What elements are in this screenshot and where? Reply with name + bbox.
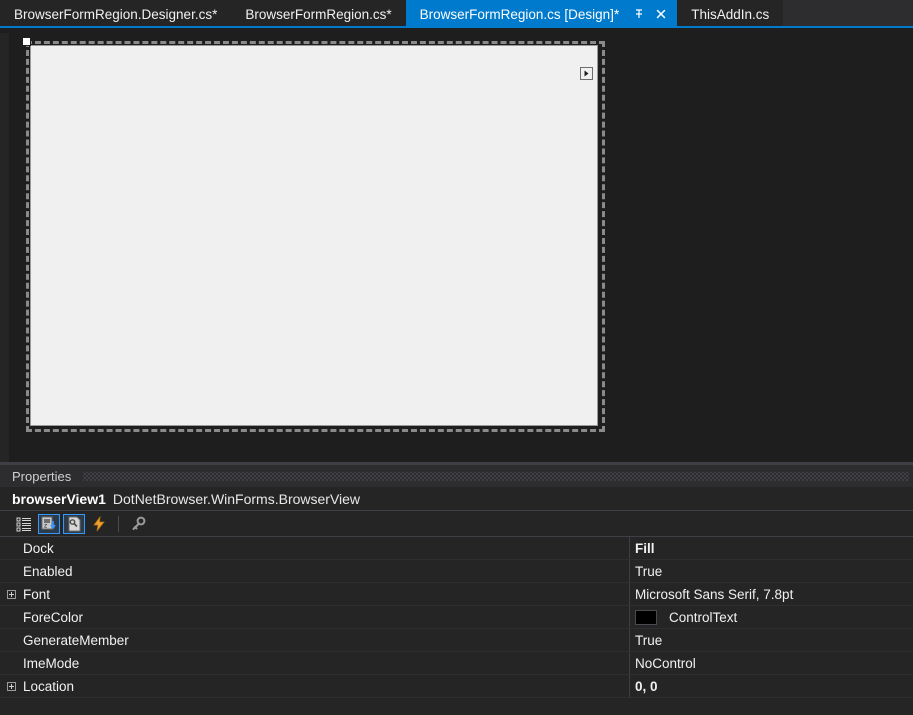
property-value-text: ControlText	[669, 609, 738, 625]
property-name: Enabled	[23, 563, 73, 579]
property-value[interactable]: Fill	[635, 541, 655, 556]
property-row[interactable]: Location 0, 0	[0, 675, 913, 698]
toolbar-separator	[118, 515, 119, 532]
property-value-text: NoControl	[635, 655, 696, 671]
editor-tab-label: BrowserFormRegion.cs [Design]*	[419, 6, 620, 22]
properties-toolbar: z	[0, 511, 913, 537]
property-value[interactable]: ControlText	[635, 609, 738, 625]
property-name: GenerateMember	[23, 632, 129, 648]
property-value[interactable]: True	[635, 564, 662, 579]
property-value[interactable]: NoControl	[635, 656, 696, 671]
selected-object-name: browserView1	[12, 490, 106, 507]
property-row[interactable]: ForeColor ControlText	[0, 606, 913, 629]
plus-box-icon	[7, 681, 16, 691]
categorized-button[interactable]	[13, 514, 35, 534]
property-name: Location	[23, 678, 75, 694]
smart-tag-arrow-icon[interactable]	[580, 67, 593, 80]
property-name: Font	[23, 586, 51, 602]
property-row[interactable]: Enabled True	[0, 560, 913, 583]
editor-tab-1[interactable]: BrowserFormRegion.cs*	[231, 0, 406, 28]
property-name: Dock	[23, 540, 54, 556]
property-value-text: True	[635, 632, 663, 648]
pin-icon[interactable]	[629, 4, 649, 24]
editor-tab-label: BrowserFormRegion.cs*	[245, 6, 392, 22]
tab-action-icons	[629, 4, 671, 24]
plus-box-icon	[7, 589, 16, 599]
close-icon[interactable]	[651, 4, 671, 24]
editor-tab-strip: BrowserFormRegion.Designer.cs* BrowserFor…	[0, 0, 913, 28]
alphabetical-button[interactable]: z	[38, 513, 60, 534]
properties-panel-title: Properties	[12, 468, 72, 484]
editor-tab-2[interactable]: BrowserFormRegion.cs [Design]*	[405, 0, 678, 28]
designer-left-gutter	[0, 33, 9, 462]
form-resize-handle-top-left[interactable]	[22, 37, 31, 46]
property-row[interactable]: Font Microsoft Sans Serif, 7.8pt	[0, 583, 913, 606]
editor-tab-3[interactable]: ThisAddIn.cs	[677, 0, 784, 28]
properties-panel-header[interactable]: Properties	[0, 465, 913, 487]
property-row[interactable]: GenerateMember True	[0, 629, 913, 652]
properties-button[interactable]	[63, 513, 85, 534]
expand-icon[interactable]	[0, 589, 23, 599]
color-swatch	[635, 609, 657, 625]
form-client-area[interactable]	[30, 45, 598, 426]
property-pages-button[interactable]	[127, 514, 149, 534]
property-row[interactable]: ImeMode NoControl	[0, 652, 913, 675]
property-grid[interactable]: Dock Fill Enabled True Font Microsoft Sans Se…	[0, 537, 913, 698]
property-value[interactable]: True	[635, 633, 662, 648]
property-name: ForeColor	[23, 609, 84, 625]
editor-tab-label: BrowserFormRegion.Designer.cs*	[14, 6, 218, 22]
selected-object-line[interactable]: browserView1 DotNetBrowser.WinForms.Brow…	[0, 487, 913, 511]
editor-tab-label: ThisAddIn.cs	[691, 6, 770, 22]
expand-icon[interactable]	[0, 681, 23, 691]
property-value-text: Microsoft Sans Serif, 7.8pt	[635, 586, 794, 602]
svg-text:z: z	[44, 522, 47, 529]
property-value-text: Fill	[635, 540, 655, 556]
property-name: ImeMode	[23, 655, 80, 671]
form-designer-surface[interactable]	[0, 33, 913, 462]
events-button[interactable]	[88, 514, 110, 534]
property-value-text: 0, 0	[635, 678, 658, 694]
property-value[interactable]: 0, 0	[635, 679, 658, 694]
property-value[interactable]: Microsoft Sans Serif, 7.8pt	[635, 587, 793, 602]
panel-drag-grip[interactable]	[83, 471, 909, 481]
property-row[interactable]: Dock Fill	[0, 537, 913, 560]
properties-panel: Properties browserView1 DotNetBrowser.Wi…	[0, 465, 913, 715]
editor-tab-0[interactable]: BrowserFormRegion.Designer.cs*	[0, 0, 232, 28]
selected-object-type: DotNetBrowser.WinForms.BrowserView	[112, 490, 361, 507]
property-value-text: True	[635, 563, 663, 579]
